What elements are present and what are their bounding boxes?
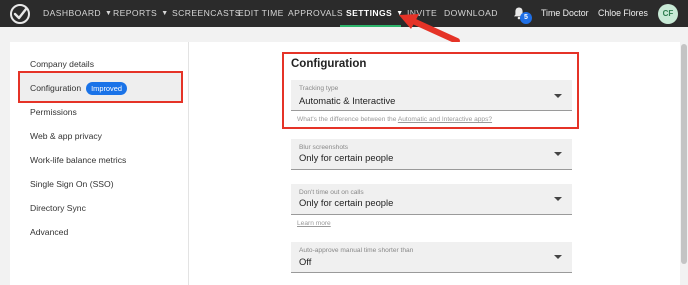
dropdown-caret-icon xyxy=(554,197,562,201)
nav-edit-time[interactable]: EDIT TIME xyxy=(238,8,284,19)
nav-screencasts[interactable]: SCREENCASTS xyxy=(172,8,241,19)
user-avatar[interactable]: CF xyxy=(658,4,678,24)
sidebar-item-permissions[interactable]: Permissions xyxy=(30,107,77,118)
dropdown-caret-icon xyxy=(554,255,562,259)
learn-more-helper: Learn more xyxy=(297,220,331,228)
notification-count-badge: 5 xyxy=(520,12,532,24)
sidebar-item-work-life-balance[interactable]: Work-life balance metrics xyxy=(30,155,126,166)
field-label: Auto-approve manual time shorter than xyxy=(299,247,414,254)
sidebar-item-advanced[interactable]: Advanced xyxy=(30,227,68,238)
chevron-down-icon: ▼ xyxy=(161,10,169,17)
nav-approvals[interactable]: APPROVALS xyxy=(288,8,343,19)
highlight-box-configuration xyxy=(282,52,579,129)
company-name[interactable]: Time Doctor xyxy=(541,8,589,19)
field-value: Only for certain people xyxy=(299,152,394,163)
red-arrow-icon xyxy=(399,14,460,44)
auto-approve-manual-time-select[interactable]: Auto-approve manual time shorter than Of… xyxy=(291,242,572,273)
sidebar-item-sso[interactable]: Single Sign On (SSO) xyxy=(30,179,114,190)
sidebar-item-directory-sync[interactable]: Directory Sync xyxy=(30,203,86,214)
highlight-box-sidebar xyxy=(18,71,183,103)
active-tab-indicator xyxy=(340,25,401,27)
nav-reports[interactable]: REPORTS ▼ xyxy=(113,8,169,19)
learn-more-link[interactable]: Learn more xyxy=(297,220,331,227)
field-label: Don't time out on calls xyxy=(299,189,364,196)
field-label: Blur screenshots xyxy=(299,144,349,151)
chevron-down-icon: ▼ xyxy=(105,10,113,17)
field-value: Only for certain people xyxy=(299,197,394,208)
sidebar-divider xyxy=(188,42,189,285)
nav-dashboard[interactable]: DASHBOARD ▼ xyxy=(43,8,112,19)
dont-time-out-on-calls-select[interactable]: Don't time out on calls Only for certain… xyxy=(291,184,572,215)
sidebar-item-web-app-privacy[interactable]: Web & app privacy xyxy=(30,131,102,142)
time-doctor-logo-icon[interactable] xyxy=(9,3,31,25)
dropdown-caret-icon xyxy=(554,152,562,156)
blur-screenshots-select[interactable]: Blur screenshots Only for certain people xyxy=(291,139,572,170)
scrollbar-thumb[interactable] xyxy=(681,44,687,264)
sidebar-item-company-details[interactable]: Company details xyxy=(30,59,94,70)
user-name[interactable]: Chloe Flores xyxy=(598,8,648,19)
field-value: Off xyxy=(299,256,312,267)
